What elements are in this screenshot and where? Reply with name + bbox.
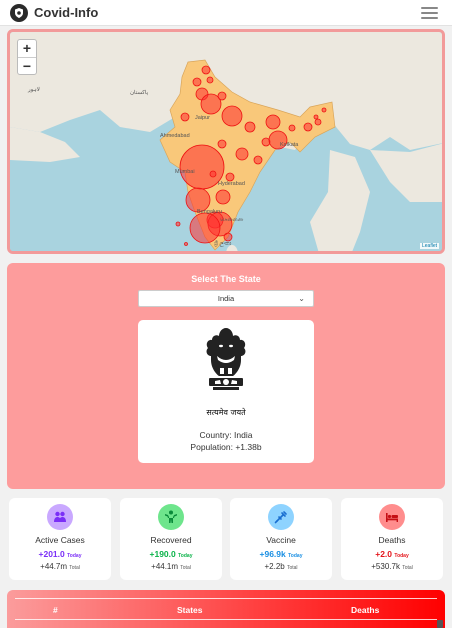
- case-bubble[interactable]: [189, 212, 221, 244]
- map-label-ahmedabad: Ahmedabad: [160, 133, 190, 139]
- scrollbar[interactable]: [437, 620, 443, 628]
- stat-total-value: +44.7m: [40, 562, 68, 571]
- case-bubble[interactable]: [265, 114, 281, 130]
- stat-card-active-cases[interactable]: Active Cases +201.0 Today +44.7m Total: [9, 498, 111, 580]
- case-bubble[interactable]: [225, 172, 235, 182]
- state-panel: Select The State India ⌄ सत्यमेव जयते Co…: [7, 263, 445, 489]
- stat-card-recovered[interactable]: Recovered +190.0 Today +44.1m Total: [120, 498, 222, 580]
- national-emblem-icon: [206, 328, 246, 390]
- stat-total-unit: Total: [69, 565, 80, 571]
- case-bubble[interactable]: [221, 105, 243, 127]
- case-bubble[interactable]: [206, 76, 214, 84]
- map-label-bengaluru: Bengaluru: [197, 209, 223, 215]
- case-bubble[interactable]: [303, 122, 313, 132]
- map-attribution[interactable]: Leaflet: [419, 243, 439, 249]
- stat-today-value: +201.0: [38, 549, 65, 559]
- bed-icon: [379, 504, 405, 530]
- map-label-hyderabad: Hyderabad: [218, 181, 245, 187]
- stat-label: Recovered: [150, 535, 192, 545]
- country-info-card: सत्यमेव जयते Country: India Population: …: [138, 320, 314, 463]
- national-motto: सत्यमेव जयते: [206, 408, 246, 417]
- case-bubble[interactable]: [253, 155, 263, 165]
- map-label-sri-lanka: ශ්‍රී ලංකා: [214, 241, 232, 247]
- case-bubble[interactable]: [321, 107, 327, 113]
- column-header-deaths[interactable]: Deaths: [351, 605, 379, 615]
- syringe-icon: [268, 504, 294, 530]
- case-bubble[interactable]: [175, 221, 181, 227]
- stat-today-value: +190.0: [149, 549, 176, 559]
- hamburger-menu-icon[interactable]: [421, 7, 438, 19]
- map-label-kolkata: Kolkata: [280, 142, 299, 148]
- stat-today: +96.9k Today: [230, 549, 332, 559]
- case-bubble[interactable]: [288, 124, 296, 132]
- case-bubble[interactable]: [313, 114, 319, 120]
- case-bubble[interactable]: [192, 77, 202, 87]
- chevron-down-icon: ⌄: [298, 294, 305, 303]
- country-population: Population: +1.38b: [190, 442, 262, 452]
- stat-total: +2.2b Total: [230, 562, 332, 571]
- states-table: # States Deaths: [7, 590, 445, 628]
- stat-today: +190.0 Today: [120, 549, 222, 559]
- stat-label: Active Cases: [35, 535, 85, 545]
- case-bubble[interactable]: [215, 189, 231, 205]
- people-icon: [47, 504, 73, 530]
- stat-total-unit: Total: [180, 565, 191, 571]
- app-title[interactable]: Covid-Info: [34, 5, 98, 20]
- stat-today-unit: Today: [67, 553, 82, 559]
- person-recovered-icon: [158, 504, 184, 530]
- state-panel-title: Select The State: [191, 274, 261, 284]
- stat-card-deaths[interactable]: Deaths +2.0 Today +530.7k Total: [341, 498, 443, 580]
- top-bar: Covid-Info: [0, 0, 452, 26]
- zoom-in-button[interactable]: +: [18, 40, 36, 57]
- case-bubble[interactable]: [235, 147, 249, 161]
- country-name: Country: India: [199, 430, 253, 440]
- stat-today-unit: Today: [394, 553, 409, 559]
- map-panel[interactable]: لاہور پاکستان Jaipur Ahmedabad Mumbai Hy…: [7, 29, 445, 254]
- stat-today-unit: Today: [288, 553, 303, 559]
- column-header-index[interactable]: #: [53, 605, 58, 615]
- table-header: # States Deaths: [15, 598, 437, 620]
- stat-today: +2.0 Today: [341, 549, 443, 559]
- column-header-states[interactable]: States: [177, 605, 203, 615]
- state-select-value: India: [217, 294, 235, 303]
- stat-total-value: +530.7k: [371, 562, 400, 571]
- stat-today-value: +2.0: [375, 549, 393, 559]
- stat-total: +530.7k Total: [341, 562, 443, 571]
- stat-label: Deaths: [378, 535, 406, 545]
- case-bubble[interactable]: [184, 242, 188, 246]
- case-bubble[interactable]: [217, 139, 227, 149]
- stat-total: +44.7m Total: [9, 562, 111, 571]
- case-bubble[interactable]: [180, 112, 190, 122]
- zoom-control: + −: [17, 39, 37, 75]
- stat-today: +201.0 Today: [9, 549, 111, 559]
- case-bubble[interactable]: [209, 170, 217, 178]
- stat-total: +44.1m Total: [120, 562, 222, 571]
- case-bubble[interactable]: [201, 65, 211, 75]
- map-label-jaipur: Jaipur: [195, 115, 210, 121]
- stat-total-unit: Total: [286, 565, 298, 571]
- case-bubble[interactable]: [223, 232, 233, 242]
- stat-total-value: +44.1m: [151, 562, 179, 571]
- state-select[interactable]: India ⌄: [138, 290, 314, 307]
- map-label-pakistan: پاکستان: [130, 90, 149, 96]
- zoom-out-button[interactable]: −: [18, 57, 36, 74]
- case-bubble[interactable]: [217, 91, 227, 101]
- stat-label: Vaccine: [266, 535, 296, 545]
- map-label-chennai: சென்னை: [220, 217, 244, 223]
- shield-virus-icon[interactable]: [10, 4, 28, 22]
- stat-today-value: +96.9k: [259, 549, 286, 559]
- case-bubble[interactable]: [244, 121, 256, 133]
- stat-today-unit: Today: [178, 553, 193, 559]
- stat-total-value: +2.2b: [264, 562, 285, 571]
- stat-total-unit: Total: [402, 565, 413, 571]
- map-label-mumbai: Mumbai: [175, 169, 195, 175]
- case-bubble[interactable]: [314, 118, 322, 126]
- stat-card-vaccine[interactable]: Vaccine +96.9k Today +2.2b Total: [230, 498, 332, 580]
- map-label-lahore: لاہور: [28, 87, 40, 93]
